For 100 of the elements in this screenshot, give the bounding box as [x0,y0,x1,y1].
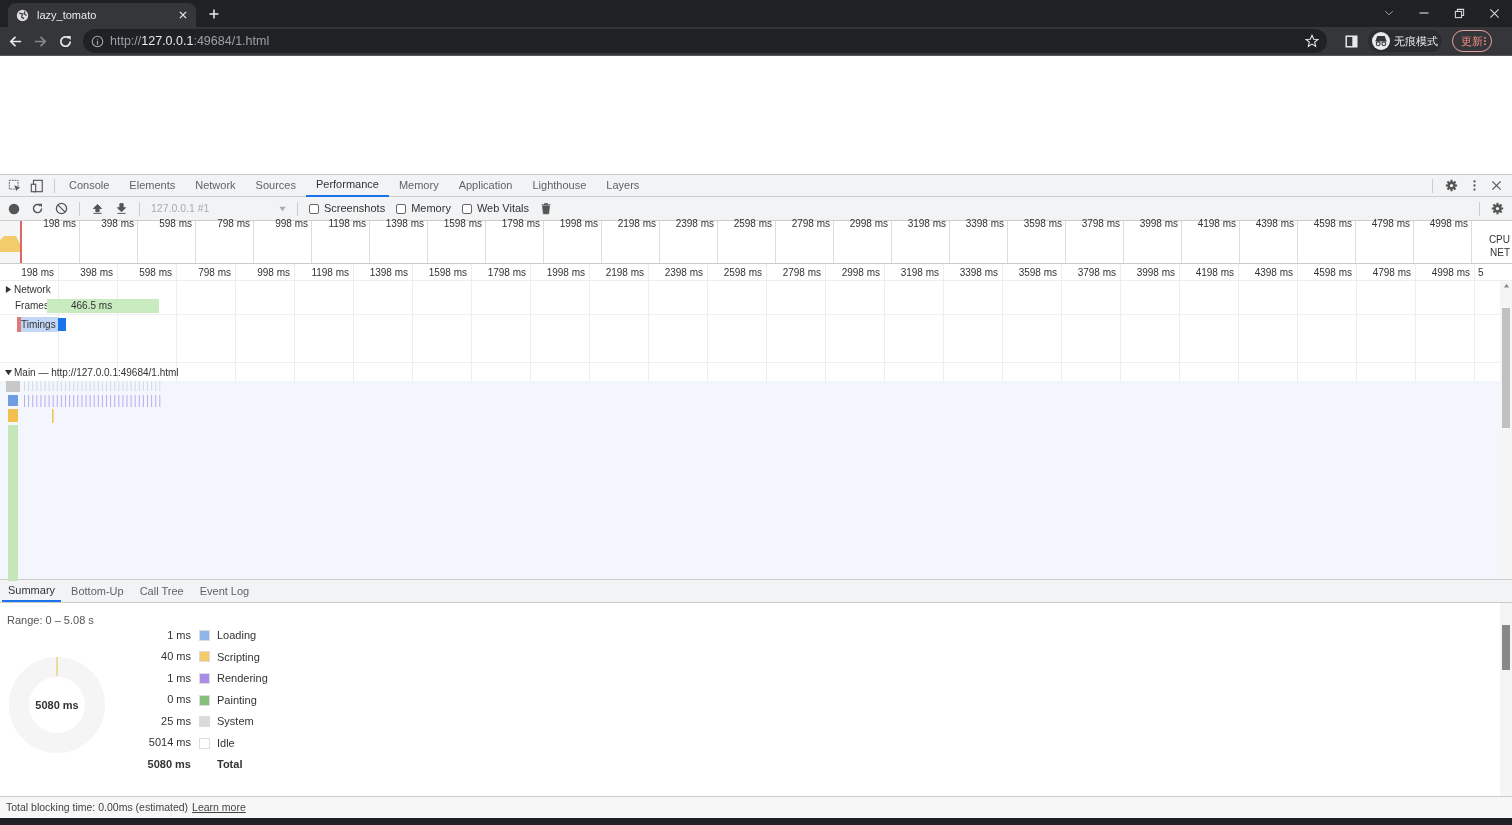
overview-tick: 198 ms [43,219,76,231]
expand-arrow-icon[interactable] [5,285,12,293]
detail-tab[interactable]: Call Tree [133,580,190,602]
overview-tick: 4198 ms [1197,219,1236,231]
download-icon[interactable] [115,202,128,215]
sidebar-icon[interactable] [1345,34,1358,48]
device-icon[interactable] [30,178,44,193]
legend-label: Rendering [217,671,268,687]
reload-icon[interactable] [58,33,73,49]
overview-tick: 3198 ms [907,219,946,231]
overview-tick: 2398 ms [675,219,714,231]
checkbox[interactable] [309,203,319,214]
new-tab-icon[interactable] [208,8,220,20]
ruler-tick: 3198 ms [900,265,939,280]
ruler-tick: 2398 ms [664,265,703,280]
time-value: 0 ms [166,692,191,708]
overview-tick: 398 ms [101,219,134,231]
scrollbar[interactable] [1500,603,1512,796]
checkbox-label: Web Vitals [476,201,530,217]
checkbox-label: Screenshots [324,201,386,217]
frame-bar[interactable]: 466.5 ms [47,298,159,313]
devtools-tab[interactable]: Console [59,174,120,197]
tab-title: lazy_tomato [37,7,98,23]
clear-icon[interactable] [55,202,68,215]
legend-label: Scripting [217,649,260,665]
checkbox-label: Memory [411,201,451,217]
overview-tick: 3598 ms [1023,219,1062,231]
overview-lane-label: NET [1490,248,1510,258]
settings-icon[interactable] [1445,179,1458,192]
ruler-tick: 2198 ms [605,265,644,280]
restore-icon[interactable] [1454,7,1465,19]
ruler-tick: 1198 ms [311,265,349,280]
legend-label: Painting [217,692,257,708]
legend-label: Idle [217,736,235,751]
devtools-tab[interactable]: Sources [245,174,306,197]
overview-tick: 1798 ms [501,219,540,231]
track-label[interactable]: Network [14,281,51,297]
track-label[interactable]: Timings [17,317,58,332]
learn-more-link[interactable]: Learn more [192,799,246,816]
trash-icon[interactable] [540,202,553,215]
chevron-down-icon[interactable] [1384,8,1394,18]
range-text: Range: 0 – 5.08 s [7,613,95,628]
devtools-tab[interactable]: Elements [119,174,186,197]
ruler-tick: 5 [1478,265,1484,280]
devtools-tab[interactable]: Application [448,174,523,197]
info-icon [91,34,104,48]
incognito-badge[interactable]: 无痕模式 [1368,30,1442,52]
ruler-tick: 1598 ms [428,265,467,280]
record-icon[interactable] [8,202,20,215]
time-value: 1 ms [166,627,191,643]
overview-tick: 1398 ms [385,219,424,231]
ruler-tick: 4398 ms [1254,265,1293,280]
overview-tick: 1998 ms [559,219,598,231]
overview-lane-label: CPU [1488,235,1510,245]
reload-icon[interactable] [31,202,44,215]
address-bar[interactable]: http://127.0.0.1:49684/1.html [83,29,1327,53]
checkbox[interactable] [396,203,407,214]
blocking-time-text: Total blocking time: 0.00ms (estimated) [6,799,189,815]
ruler-tick: 3398 ms [959,265,998,280]
ruler-tick: 3998 ms [1136,265,1175,280]
ruler-tick: 4598 ms [1313,265,1352,280]
devtools-tab[interactable]: Layers [596,174,650,197]
overview-tick: 998 ms [275,219,308,231]
detail-tab[interactable]: Event Log [193,580,256,602]
browser-tab[interactable]: lazy_tomato [8,3,196,27]
ruler-tick: 1798 ms [487,265,526,280]
overview-tick: 3398 ms [965,219,1004,231]
overview-tick: 3798 ms [1081,219,1120,231]
overview-tick: 3998 ms [1139,219,1178,231]
track-label[interactable]: Main — http://127.0.0.1:49684/1.html [14,364,179,380]
scroll-up-icon[interactable] [1502,283,1510,288]
detail-tab[interactable]: Summary [2,580,62,602]
ruler-tick: 4198 ms [1195,265,1234,280]
legend-label: Loading [217,628,257,644]
scrollbar[interactable] [1500,281,1512,579]
close-icon[interactable] [1491,180,1502,191]
ruler-tick: 398 ms [80,265,113,280]
devtools-tab[interactable]: Lighthouse [522,174,597,197]
devtools-tab[interactable]: Memory [388,174,449,197]
ruler-tick: 1398 ms [369,265,408,280]
total-value: 5080 ms [146,757,191,773]
devtools-tab[interactable]: Network [185,174,246,197]
detail-tab[interactable]: Bottom-Up [65,580,130,602]
overview-tick: 4398 ms [1255,219,1294,231]
ruler-tick: 598 ms [139,265,172,280]
ruler-tick: 4798 ms [1372,265,1411,280]
incognito-icon [1372,32,1390,50]
star-icon[interactable] [1305,34,1319,48]
overview-tick: 4998 ms [1429,219,1468,231]
ruler-tick: 798 ms [198,265,231,280]
checkbox[interactable] [461,203,472,214]
collapse-arrow-icon[interactable] [5,368,12,376]
ruler-tick: 1998 ms [546,265,585,280]
inspect-icon[interactable] [8,178,22,193]
globe-icon [16,8,29,22]
settings-icon[interactable] [1491,202,1504,215]
ruler-tick: 198 ms [21,265,54,280]
upload-icon[interactable] [91,202,104,215]
timing-marker [57,318,66,331]
total-label: Total [216,757,244,773]
